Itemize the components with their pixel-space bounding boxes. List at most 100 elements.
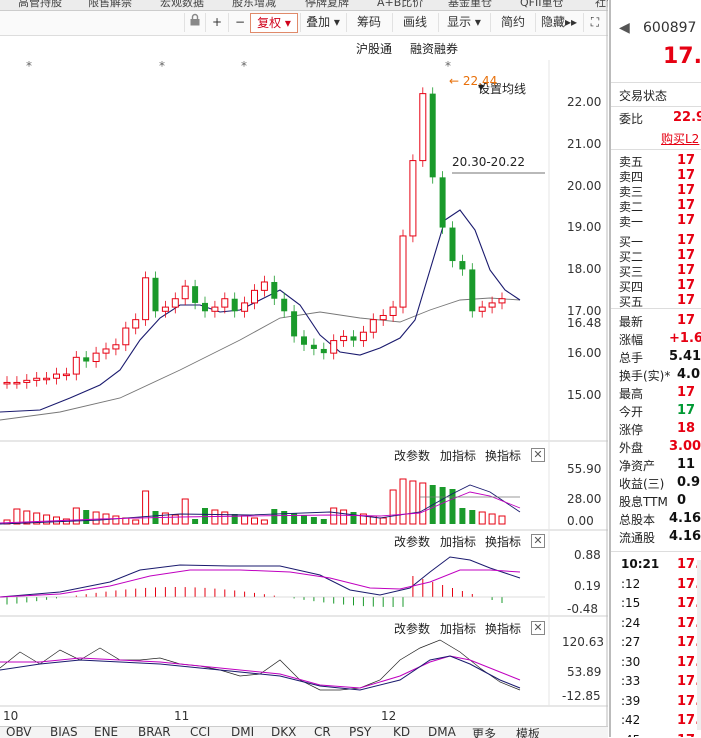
candle-body	[152, 277, 159, 312]
indicator-tab[interactable]: CR	[314, 727, 331, 738]
tick-time: :15	[621, 596, 641, 610]
stat-value: 17	[677, 313, 696, 328]
candle-body	[23, 379, 31, 383]
volume-bar	[192, 519, 199, 524]
buy-l2-link[interactable]: 购买L2	[661, 130, 699, 147]
volume-bar	[291, 513, 298, 524]
volume-bar	[409, 480, 417, 525]
candle-body	[478, 306, 486, 312]
volume-bar	[251, 517, 258, 525]
indicator-tab[interactable]: BIAS	[50, 727, 78, 738]
volume-bar	[320, 519, 327, 524]
sell-level-price: 17	[677, 213, 696, 228]
indicator-tab[interactable]: DKX	[271, 727, 296, 738]
add-indicator-button[interactable]: 加指标	[440, 620, 476, 637]
candle-body	[13, 381, 21, 385]
volume-bar	[83, 510, 90, 524]
range-price-label: 20.30-20.22	[452, 155, 526, 169]
candle-body	[260, 281, 268, 291]
buy-level-price: 17	[677, 263, 696, 278]
candle-body	[202, 302, 208, 312]
tick-time: :33	[621, 674, 641, 688]
prev-stock-icon[interactable]: ◀	[619, 20, 630, 36]
candle-body	[271, 281, 278, 299]
volume-bar	[171, 514, 179, 525]
event-star-icon[interactable]: *	[445, 59, 451, 73]
volume-tick: 55.90	[567, 462, 602, 476]
sell-level-label: 卖一	[619, 215, 644, 229]
volume-bar	[439, 487, 446, 524]
quote-panel: ◀ 600897 17.3 交易状态 委比 22.9 购买L2 卖五 17卖四 …	[609, 0, 701, 737]
template-tab[interactable]: 模板	[516, 727, 540, 738]
candle-body	[102, 348, 110, 354]
volume-bar	[498, 515, 506, 525]
volume-bar	[72, 507, 80, 525]
price-tick: 19.00	[567, 220, 602, 234]
current-price-tick: 16.48	[567, 316, 602, 330]
add-indicator-button[interactable]: 加指标	[440, 447, 476, 464]
switch-indicator-button[interactable]: 换指标	[485, 447, 521, 464]
stat-label: 换手(实)*	[619, 369, 671, 383]
indicator-tab[interactable]: PSY	[349, 727, 371, 738]
event-star-icon[interactable]: *	[159, 59, 165, 73]
volume-bar	[13, 508, 21, 525]
candle-body	[211, 306, 219, 312]
tick-time: :27	[621, 635, 641, 649]
switch-indicator-button[interactable]: 换指标	[485, 620, 521, 637]
candle-body	[429, 93, 436, 178]
candle-body	[142, 277, 150, 321]
candle-body	[92, 352, 100, 363]
indicator-tab[interactable]: DMA	[428, 727, 456, 738]
volume-bar	[221, 511, 229, 525]
indicator-tab[interactable]: OBV	[6, 727, 32, 738]
candle-body	[291, 311, 298, 337]
tick-price: 17.3	[677, 733, 701, 738]
close-icon[interactable]: ✕	[531, 448, 545, 462]
tick-time: :30	[621, 654, 641, 669]
scrollbar[interactable]	[697, 560, 701, 730]
switch-indicator-button[interactable]: 换指标	[485, 533, 521, 550]
add-indicator-button[interactable]: 加指标	[440, 533, 476, 550]
indicator-tab[interactable]: DMI	[231, 727, 254, 738]
close-icon[interactable]: ✕	[531, 621, 545, 635]
indicator-tab[interactable]: ENE	[94, 727, 118, 738]
stat-label: 今开	[619, 405, 644, 419]
volume-bar	[271, 509, 278, 524]
candlestick-chart	[0, 87, 545, 421]
edit-params-button[interactable]: 改参数	[394, 620, 430, 637]
divider	[611, 308, 701, 309]
candle-body	[231, 298, 238, 312]
macd-tick: -0.48	[567, 602, 599, 616]
stat-value: 0.9	[677, 475, 701, 490]
event-star-icon[interactable]: *	[241, 59, 247, 73]
stat-label: 最高	[619, 387, 644, 401]
candle-body	[171, 298, 179, 308]
event-star-icon[interactable]: *	[26, 59, 32, 73]
candle-body	[33, 377, 41, 381]
volume-bar	[231, 514, 238, 524]
volume-bar	[301, 515, 307, 524]
weibi-value: 22.9	[673, 110, 701, 125]
indicator-tick: -12.85	[562, 689, 601, 703]
tick-time: 10:21	[621, 557, 660, 571]
volume-bar	[379, 517, 387, 525]
price-tick: 16.00	[567, 346, 602, 360]
indicator-tab[interactable]: BRAR	[138, 727, 171, 738]
volume-tick: 0.00	[567, 514, 594, 528]
edit-params-button[interactable]: 改参数	[394, 533, 430, 550]
stat-label: 收益(三)	[619, 477, 665, 491]
tick-time: :39	[621, 693, 641, 708]
stat-value: 3.00	[669, 439, 701, 454]
stat-label: 涨停	[619, 423, 644, 437]
candle-body	[350, 336, 357, 341]
candle-body	[122, 327, 130, 346]
price-tick: 21.00	[567, 137, 602, 151]
close-icon[interactable]: ✕	[531, 534, 545, 548]
candle-body	[419, 93, 427, 162]
edit-params-button[interactable]: 改参数	[394, 447, 430, 464]
indicator-tab[interactable]: CCI	[190, 727, 210, 738]
candle-body	[161, 306, 169, 312]
weibi-label: 委比	[619, 112, 644, 126]
more-tab[interactable]: 更多	[472, 727, 496, 738]
indicator-tab[interactable]: KD	[393, 727, 410, 738]
